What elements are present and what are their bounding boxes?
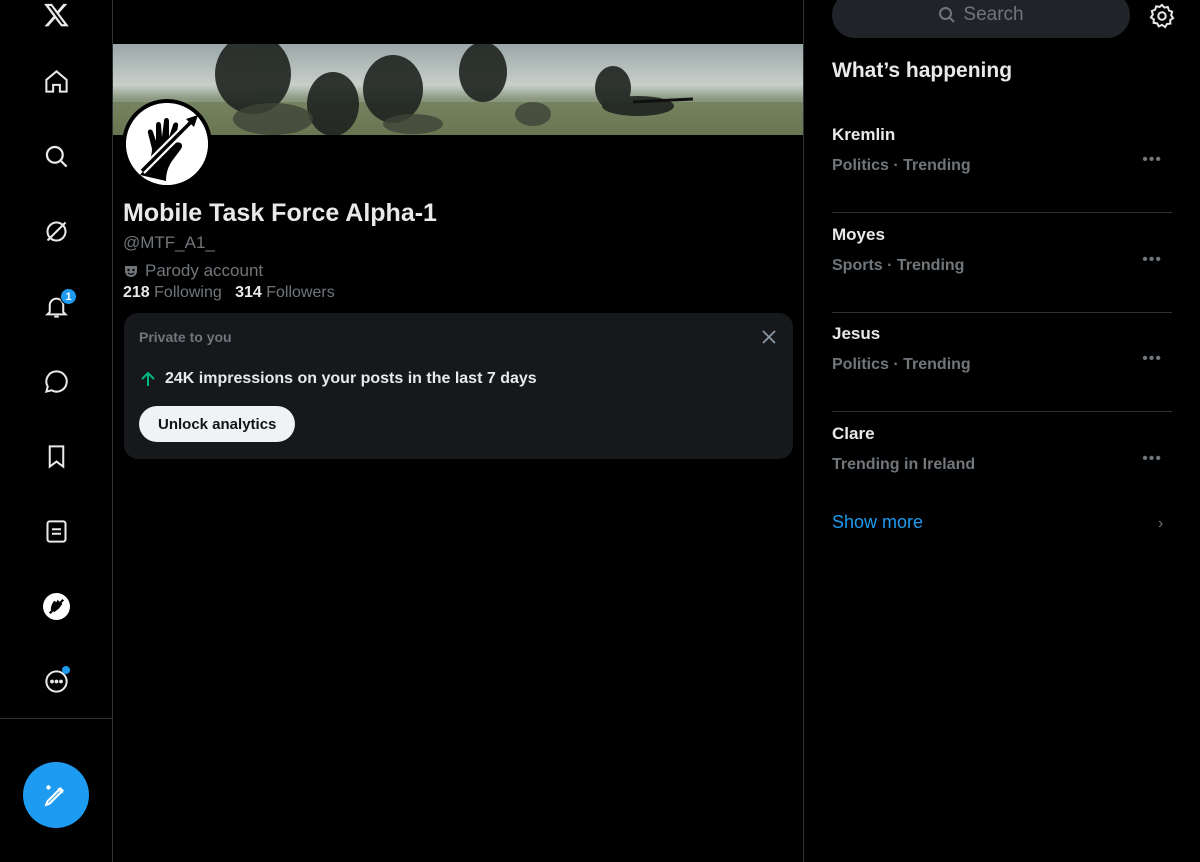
trend-item[interactable]: Jesus Politics · Trending ••• <box>832 312 1172 412</box>
followers-label: Followers <box>266 284 335 301</box>
arrow-up-icon <box>141 371 155 386</box>
followers-link[interactable]: 314 Followers <box>235 284 335 301</box>
notifications-bell-icon[interactable]: 1 <box>36 286 77 326</box>
profile-handle: @MTF_A1_ <box>123 233 215 252</box>
impressions-text: 24K impressions on your posts in the las… <box>165 370 537 387</box>
grok-icon[interactable] <box>36 211 76 251</box>
trend-meta: Trending in Ireland <box>832 456 976 473</box>
follow-stats: 218 Following 314 Followers <box>123 284 335 302</box>
trend-meta: Politics · Trending <box>832 356 971 373</box>
more-dots-icon[interactable]: ••• <box>1142 450 1162 468</box>
settings-button[interactable] <box>1148 2 1176 30</box>
theater-mask-icon <box>125 266 137 277</box>
more-dots-icon[interactable]: ••• <box>1142 251 1162 269</box>
trend-meta: Sports · Trending <box>832 257 965 274</box>
close-card-button[interactable] <box>757 325 781 349</box>
main-column: Mobile Task Force Alpha-1 @MTF_A1_ Parod… <box>113 0 804 862</box>
trend-name: Jesus <box>832 324 881 343</box>
trend-name: Clare <box>832 424 875 443</box>
notifications-badge: 1 <box>60 288 77 305</box>
trend-name: Kremlin <box>832 125 896 144</box>
chevron-right-icon: › <box>1158 515 1164 532</box>
bookmarks-icon[interactable] <box>36 436 76 476</box>
more-dots-icon[interactable]: ••• <box>1142 350 1162 368</box>
parody-account-label: Parody account <box>123 261 263 281</box>
whats-happening-title: What’s happening <box>832 59 1013 82</box>
following-count: 218 <box>123 284 150 301</box>
profile-avatar-icon[interactable] <box>36 586 76 626</box>
trend-item[interactable]: Kremlin Politics · Trending ••• <box>832 113 1172 213</box>
followers-count: 314 <box>235 284 262 301</box>
mtf-emblem-icon <box>126 103 208 185</box>
show-more-link[interactable]: Show more <box>832 512 923 533</box>
explore-search-icon[interactable] <box>36 136 76 176</box>
more-options-icon[interactable] <box>36 661 76 701</box>
lists-icon[interactable] <box>36 511 76 551</box>
nav-divider <box>0 718 113 719</box>
trend-item[interactable]: Moyes Sports · Trending ••• <box>832 213 1172 313</box>
more-options-dot <box>62 666 70 674</box>
private-label: Private to you <box>139 329 232 345</box>
profile-display-name: Mobile Task Force Alpha-1 <box>123 199 437 227</box>
compose-quill-icon <box>44 785 65 807</box>
profile-banner-image[interactable] <box>113 44 803 135</box>
parody-label-text: Parody account <box>145 261 264 280</box>
profile-avatar[interactable] <box>122 99 212 189</box>
search-placeholder: Search <box>963 4 1024 25</box>
gear-icon <box>1149 3 1175 29</box>
following-label: Following <box>154 284 222 301</box>
messages-icon[interactable] <box>36 361 76 401</box>
private-analytics-card: Private to you 24K impressions on your p… <box>124 313 793 459</box>
left-navigation: 1 <box>0 0 113 862</box>
x-logo-icon[interactable] <box>36 0 76 34</box>
trend-item[interactable]: Clare Trending in Ireland ••• <box>832 412 1172 512</box>
trend-meta: Politics · Trending <box>832 157 971 174</box>
home-icon[interactable] <box>36 61 76 101</box>
search-input[interactable]: Search <box>832 0 1130 38</box>
search-icon <box>939 7 956 23</box>
close-icon <box>762 330 776 344</box>
following-link[interactable]: 218 Following <box>123 284 222 301</box>
more-dots-icon[interactable]: ••• <box>1142 151 1162 169</box>
unlock-analytics-button[interactable]: Unlock analytics <box>139 406 296 442</box>
impressions-summary: 24K impressions on your posts in the las… <box>139 370 537 388</box>
compose-post-button[interactable] <box>23 762 89 828</box>
trend-name: Moyes <box>832 225 885 244</box>
